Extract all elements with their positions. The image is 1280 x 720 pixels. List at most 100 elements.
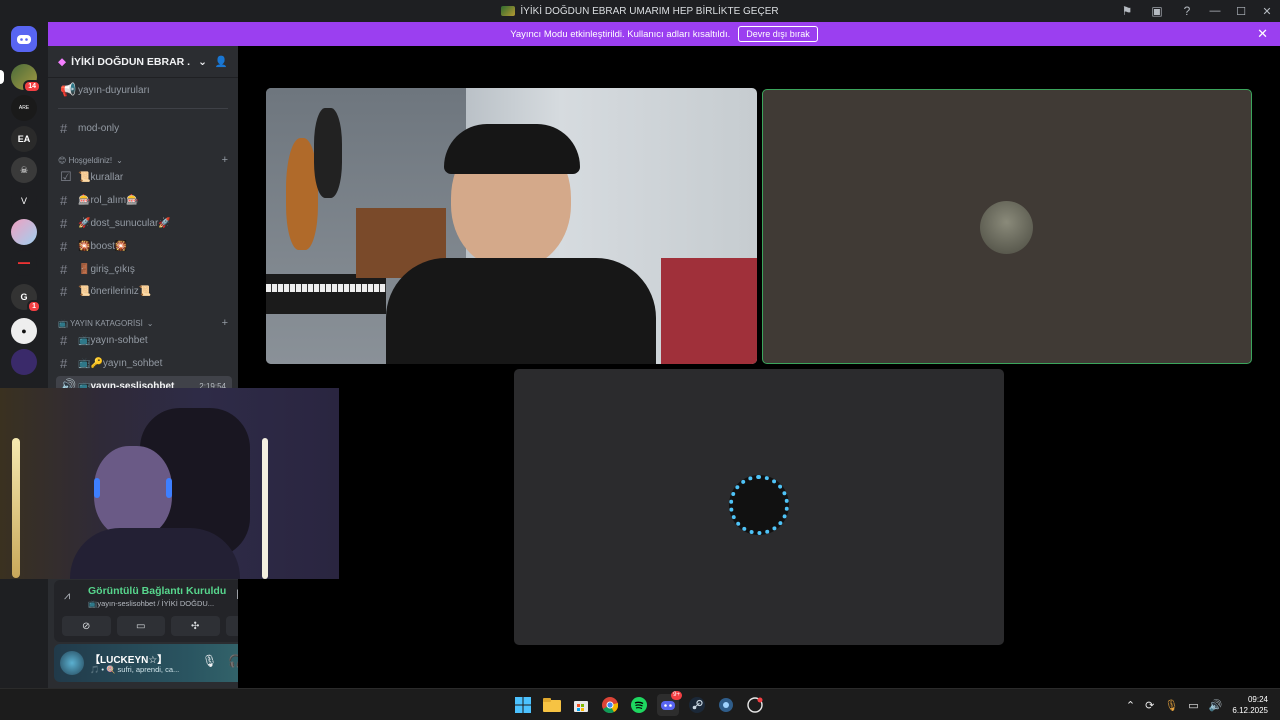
server-icon-active[interactable]: 14: [0, 64, 41, 93]
channel-boost[interactable]: # 🎇boost🎇: [56, 236, 232, 256]
chrome-icon[interactable]: [599, 694, 621, 716]
server-boost-icon: ◆: [58, 55, 67, 68]
streamer-mode-banner: Yayıncı Modu etkinleştirildi. Kullanıcı …: [48, 22, 1280, 46]
avatar: [980, 201, 1033, 254]
banner-message: Yayıncı Modu etkinleştirildi. Kullanıcı …: [510, 28, 731, 40]
close-button[interactable]: ✕: [1254, 0, 1280, 22]
channel-label: 🚀dost_sunucular🚀: [78, 217, 171, 229]
server-rail: 14 ARE EA ☠ V ▬▬ G 1 ●: [0, 22, 48, 688]
self-camera-preview[interactable]: [0, 388, 339, 579]
clock-time: 09:24: [1247, 695, 1268, 704]
blanket-shape: [661, 258, 757, 364]
username[interactable]: 【LUCKEYN☆】: [90, 651, 167, 666]
channel-giris-cikis[interactable]: # 🚪giriş_çıkış: [56, 259, 232, 279]
server-header[interactable]: ◆ İYİKİ DOĞDUN EBRAR ... ⌄ 👤: [48, 46, 238, 78]
divider: [58, 108, 228, 109]
channel-rol-alim[interactable]: # 🎰rol_alım🎰: [56, 190, 232, 210]
chevron-up-icon[interactable]: ⌃: [1126, 699, 1135, 712]
chevron-down-icon: ⌄: [116, 155, 123, 165]
light-strip-right: [262, 438, 268, 579]
channel-yayin-sohbet-locked[interactable]: # 📺🔑yayın_sohbet: [56, 353, 232, 373]
microphone-in-use-icon[interactable]: 🎙: [1164, 699, 1178, 712]
network-icon[interactable]: ▭: [1188, 699, 1198, 712]
file-explorer-icon[interactable]: [541, 694, 563, 716]
screen-share-icon: ▭: [136, 620, 146, 632]
sync-icon[interactable]: ⟳: [1145, 699, 1154, 712]
microphone-icon[interactable]: 🎙: [202, 654, 217, 668]
rules-icon: ☑: [60, 169, 72, 184]
title-bar: İYİKİ DOĞDUN EBRAR UMARIM HEP BİRLİKTE G…: [0, 0, 1280, 22]
hash-icon: #: [60, 332, 68, 348]
hash-icon: #: [60, 283, 68, 299]
channel-label: 📺yayın-sohbet: [78, 334, 148, 346]
channel-dost-sunucular[interactable]: # 🚀dost_sunucular🚀: [56, 213, 232, 233]
flag-icon[interactable]: ⚑: [1112, 0, 1142, 22]
minimize-button[interactable]: —: [1202, 0, 1228, 22]
server-icon-panda[interactable]: ●: [11, 318, 37, 344]
piano-keys: [266, 284, 386, 292]
person-body: [386, 258, 656, 364]
help-icon[interactable]: ?: [1172, 0, 1202, 22]
video-tile-participant-2-speaking[interactable]: [762, 89, 1252, 364]
server-icon-purple[interactable]: [11, 349, 37, 375]
light-strip-left: [12, 438, 20, 578]
video-tile-participant-3[interactable]: [514, 369, 1004, 645]
maximize-button[interactable]: ☐: [1228, 0, 1254, 22]
channel-onerileriniz[interactable]: # 📜önerileriniz📜: [56, 281, 232, 301]
category-hosgeldiniz[interactable]: 😊 Hoşgeldiniz! ⌄ +: [58, 154, 228, 166]
window-title-text: İYİKİ DOĞDUN EBRAR UMARIM HEP BİRLİKTE G…: [520, 5, 779, 17]
keyboard-shape: [266, 274, 386, 314]
app-icon[interactable]: [715, 694, 737, 716]
window-title: İYİKİ DOĞDUN EBRAR UMARIM HEP BİRLİKTE G…: [501, 5, 779, 17]
inbox-icon[interactable]: ▣: [1142, 0, 1172, 22]
hash-icon: #: [60, 120, 68, 136]
hash-icon: #: [60, 238, 68, 254]
channel-yayin-sohbet[interactable]: # 📺yayın-sohbet: [56, 330, 232, 350]
channel-kurallar[interactable]: ☑ 📜kurallar: [56, 167, 232, 187]
clock[interactable]: 09:24 6.12.2025: [1232, 694, 1268, 716]
channel-label: 🎰rol_alım🎰: [78, 194, 139, 206]
video-stage: [238, 46, 1280, 688]
video-tile-participant-1[interactable]: [266, 88, 757, 364]
activities-icon: ✣: [191, 620, 200, 632]
spotify-icon[interactable]: [628, 694, 650, 716]
discord-icon[interactable]: 9+: [657, 691, 682, 716]
category-yayin[interactable]: 📺 YAYIN KATAGORİSİ ⌄ +: [58, 317, 228, 329]
server-icon-are-private[interactable]: ARE: [11, 95, 37, 121]
channel-yayin-duyurulari[interactable]: 📢 yayın-duyuruları: [56, 80, 232, 100]
person-body: [70, 528, 240, 579]
server-icon-ea[interactable]: EA: [11, 126, 37, 152]
channel-sidebar: ◆ İYİKİ DOĞDUN EBRAR ... ⌄ 👤 📢 yayın-duy…: [48, 46, 282, 688]
discord-home-icon[interactable]: [11, 26, 37, 52]
server-icon-anime[interactable]: [11, 219, 37, 245]
chevron-down-icon[interactable]: ⌄: [198, 56, 207, 68]
avatar[interactable]: [60, 651, 84, 675]
screen-share-button[interactable]: ▭: [116, 616, 165, 636]
voice-channel-link[interactable]: 📺yayın-seslisohbet / İYİKİ DOĞDU...: [88, 599, 228, 608]
volume-icon[interactable]: 🔊: [1209, 699, 1223, 712]
hash-icon: #: [60, 261, 68, 277]
channel-mod-only[interactable]: # mod-only: [56, 118, 232, 138]
hash-icon: #: [60, 215, 68, 231]
close-banner-icon[interactable]: ✕: [1257, 26, 1268, 42]
server-icon-skull[interactable]: ☠: [11, 157, 37, 183]
channel-label: yayın-duyuruları: [78, 84, 150, 96]
add-channel-icon[interactable]: +: [222, 317, 228, 329]
windows-start-icon[interactable]: [512, 694, 534, 716]
server-icon-g[interactable]: G 1: [11, 284, 41, 313]
camera-toggle-button[interactable]: ⊘: [62, 616, 111, 636]
server-icon-red[interactable]: ▬▬: [11, 250, 37, 276]
channel-label: 🎇boost🎇: [78, 240, 128, 252]
add-channel-icon[interactable]: +: [222, 154, 228, 166]
server-icon-v[interactable]: V: [11, 188, 37, 214]
avatar: [729, 475, 789, 535]
taskbar: 9+ ⌃ ⟳ 🎙 ▭ 🔊 09:24 6.12.2025: [0, 688, 1280, 720]
store-icon[interactable]: [570, 694, 592, 716]
steam-icon[interactable]: [686, 694, 708, 716]
activities-button[interactable]: ✣: [171, 616, 220, 636]
app-icon[interactable]: [744, 694, 766, 716]
disable-streamer-mode-button[interactable]: Devre dışı bırak: [738, 26, 818, 42]
invite-people-icon[interactable]: 👤: [215, 55, 228, 68]
hash-icon: #: [60, 192, 68, 208]
headset-light-right: [166, 478, 172, 498]
